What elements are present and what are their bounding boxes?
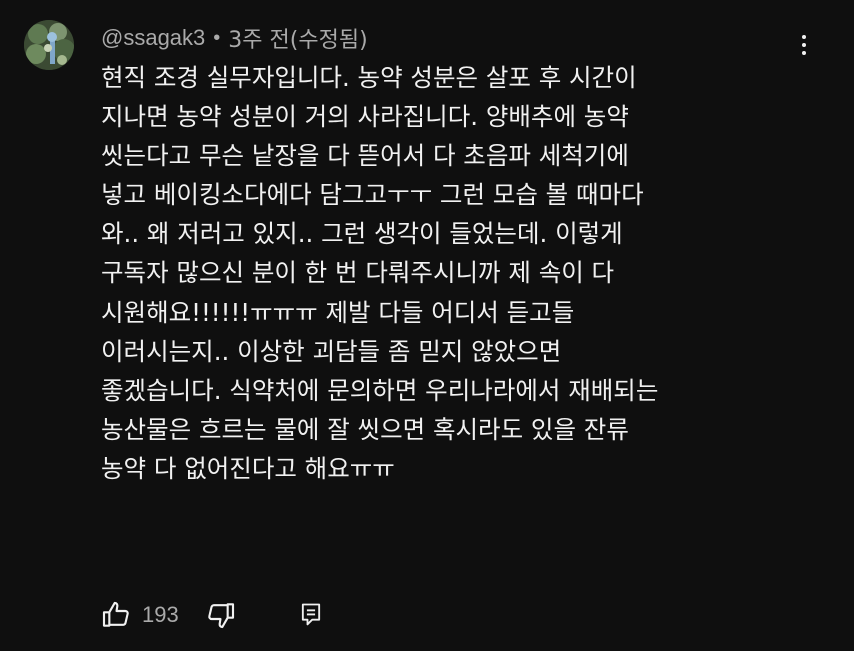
comment-actions: 193 [100,597,325,633]
comment-line: 농약 다 없어진다고 해요ㅠㅠ [101,453,395,483]
comment-line: 구독자 많으신 분이 한 번 다뤄주시니까 제 속이 다 [101,258,615,288]
thumb-down-icon [207,603,234,629]
dislike-button[interactable] [205,599,237,631]
comment-line: 지나면 농약 성분이 거의 사라집니다. 양배추에 농약 [101,102,629,132]
author-name[interactable]: @ssagak3 [101,25,205,51]
comment-line: 씻는다고 무슨 낱장을 다 뜯어서 다 초음파 세척기에 [101,141,629,171]
comment-body: 현직 조경 실무자입니다. 농약 성분은 살포 후 시간이 지나면 농약 성분이… [101,58,841,488]
comment-line: 현직 조경 실무자입니다. 농약 성분은 살포 후 시간이 [101,63,637,92]
thumb-up-icon [102,601,129,627]
avatar[interactable] [24,20,74,70]
comment-line: 농산물은 흐르는 물에 잘 씻으면 혹시라도 있을 잔류 [101,414,629,444]
comment-line: 넣고 베이킹소다에다 담그고ㅜㅜ 그런 모습 볼 때마다 [101,180,644,210]
avatar-image [24,20,74,70]
separator-dot: • [213,26,221,49]
comment-line: 시원해요!!!!!!ㅠㅠㅠ 제발 다들 어디서 듣고들 [101,297,575,327]
reply-button[interactable] [297,601,325,629]
more-vertical-icon[interactable] [792,30,816,60]
comment-line: 좋겠습니다. 식약처에 문의하면 우리나라에서 재배되는 [101,375,659,405]
comment-line: 이러시는지.. 이상한 괴담들 좀 믿지 않았으면 [101,336,562,366]
comment-thread: @ssagak3 • 3주 전(수정됨) 현직 조경 실무자입니다. 농약 성분… [0,0,854,651]
comment-timestamp[interactable]: 3주 전(수정됨) [228,22,367,54]
like-button[interactable]: 193 [100,599,179,631]
like-count: 193 [142,602,179,627]
reply-icon [301,603,320,626]
comment-line: 와.. 왜 저러고 있지.. 그런 생각이 들었는데. 이렇게 [101,219,623,249]
comment-header: @ssagak3 • 3주 전(수정됨) [101,20,368,56]
